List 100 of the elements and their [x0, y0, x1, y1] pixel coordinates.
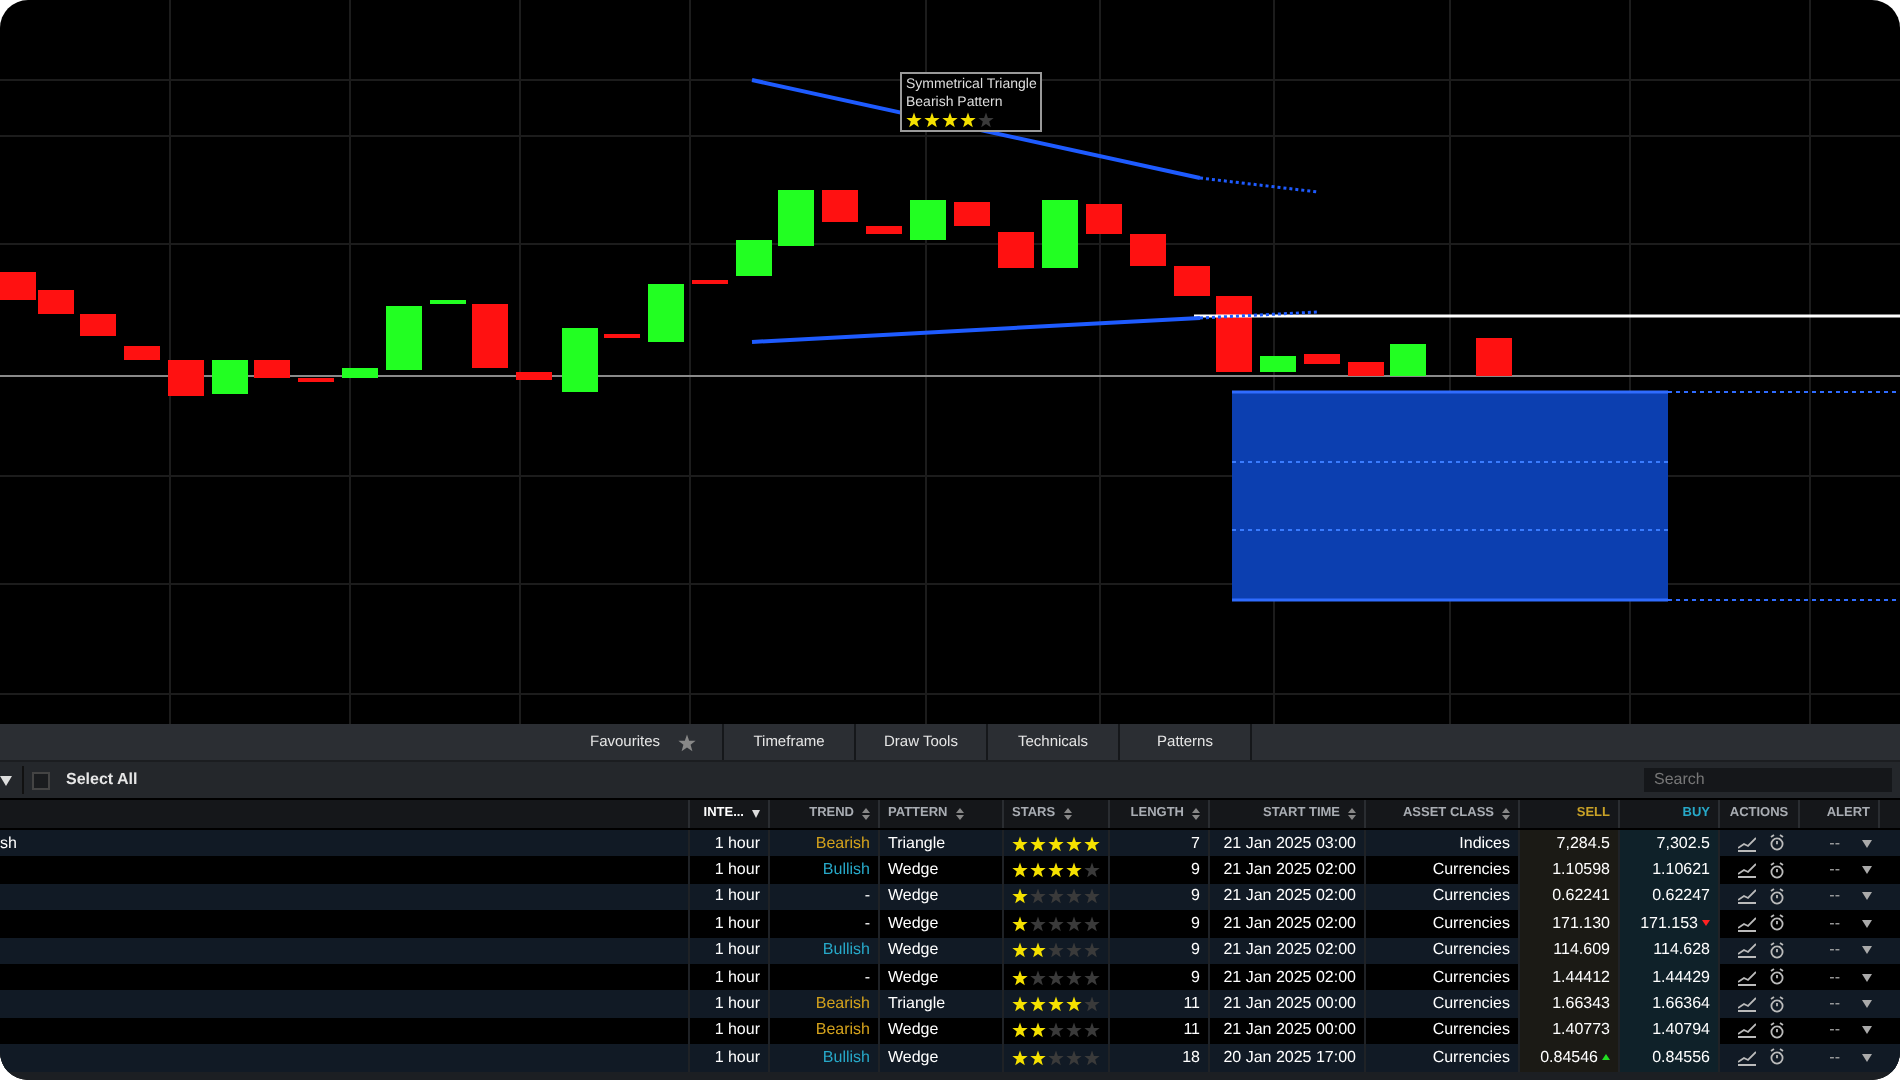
alert-value: -- — [1829, 911, 1840, 936]
buy-price: 1.40794 — [1652, 1018, 1710, 1043]
table-cell: Currencies — [1432, 911, 1510, 936]
table-cell: Currencies — [1432, 1045, 1510, 1070]
search-field[interactable]: Search — [1644, 768, 1892, 792]
candlestick — [516, 372, 552, 380]
table-cell: 21 Jan 2025 03:00 — [1223, 831, 1356, 856]
sort-icon[interactable] — [1348, 808, 1356, 820]
candlestick — [1348, 362, 1384, 376]
table-cell: 21 Jan 2025 02:00 — [1223, 884, 1356, 909]
alarm-clock-icon[interactable] — [1769, 1021, 1783, 1040]
caret-icon[interactable] — [752, 810, 760, 818]
sell-price: 114.609 — [1553, 938, 1610, 963]
candlestick — [954, 202, 990, 226]
line-chart-icon[interactable] — [1737, 942, 1755, 959]
alert-value: -- — [1829, 938, 1840, 963]
table-cell: Wedge — [888, 884, 939, 909]
sell-price: 7,284.5 — [1556, 831, 1610, 856]
caret-icon[interactable] — [1862, 1026, 1872, 1035]
alarm-clock-icon[interactable] — [1769, 995, 1783, 1014]
table-cell: 7 — [1191, 831, 1200, 856]
table-cell: 21 Jan 2025 02:00 — [1223, 938, 1356, 963]
alert-value: -- — [1829, 831, 1840, 856]
trend-cell: - — [864, 965, 870, 990]
candlestick — [254, 360, 290, 378]
alarm-clock-icon[interactable] — [1769, 861, 1783, 880]
table-cell: 9 — [1191, 965, 1200, 990]
sort-icon[interactable] — [955, 808, 964, 820]
line-chart-icon[interactable] — [1737, 915, 1755, 932]
table-cell: 21 Jan 2025 02:00 — [1223, 965, 1356, 990]
alert-value: -- — [1829, 858, 1840, 883]
alert-value: -- — [1829, 1045, 1840, 1070]
caret-icon[interactable] — [1862, 892, 1872, 901]
candlestick — [562, 328, 598, 392]
table-cell: Currencies — [1432, 992, 1510, 1017]
caret-icon[interactable] — [1862, 946, 1872, 955]
candlestick — [778, 190, 814, 246]
table-cell: 21 Jan 2025 02:00 — [1223, 858, 1356, 883]
caret-icon[interactable] — [1862, 919, 1872, 928]
select-all-checkbox[interactable] — [32, 771, 50, 789]
table-cell: 1 hour — [714, 1045, 760, 1070]
table-cell: Wedge — [888, 1045, 939, 1070]
line-chart-icon[interactable] — [1737, 996, 1755, 1013]
candlestick — [910, 200, 946, 240]
candlestick — [472, 304, 508, 368]
caret-icon[interactable] — [1862, 866, 1872, 875]
line-chart-icon[interactable] — [1737, 1022, 1755, 1039]
candlestick — [1042, 200, 1078, 268]
buy-price: 0.84556 — [1652, 1045, 1710, 1070]
candlestick — [430, 300, 466, 304]
caret-icon[interactable] — [1862, 1053, 1872, 1062]
star-icon[interactable] — [678, 733, 696, 751]
sort-icon[interactable] — [1192, 808, 1200, 820]
table-cell: 21 Jan 2025 00:00 — [1223, 992, 1356, 1017]
sort-icon[interactable] — [1063, 808, 1072, 820]
table-cell: 1 hour — [714, 911, 760, 936]
table-cell: Triangle — [888, 831, 946, 856]
buy-price: 1.44429 — [1652, 965, 1710, 990]
candlestick — [1260, 356, 1296, 372]
table-cell: Currencies — [1432, 884, 1510, 909]
alarm-clock-icon[interactable] — [1769, 914, 1783, 933]
trend-cell: - — [864, 911, 870, 936]
candlestick — [1130, 234, 1166, 266]
table-cell: Triangle — [888, 992, 946, 1017]
table-cell: 1 hour — [714, 938, 760, 963]
sort-icon[interactable] — [862, 808, 870, 820]
table-cell: 11 — [1183, 992, 1200, 1017]
alarm-clock-icon[interactable] — [1769, 834, 1783, 853]
line-chart-icon[interactable] — [1737, 835, 1755, 852]
table-cell: Wedge — [888, 965, 939, 990]
alert-value: -- — [1829, 965, 1840, 990]
select-all-label: Select All — [66, 768, 138, 792]
alarm-clock-icon[interactable] — [1769, 887, 1783, 906]
candlestick — [998, 232, 1034, 268]
line-chart-icon[interactable] — [1737, 862, 1755, 879]
buy-price: 171.153 — [1640, 911, 1698, 936]
empty-star-icon — [1084, 996, 1100, 1013]
sort-icon[interactable] — [1502, 808, 1510, 820]
filled-star-icon — [1012, 969, 1028, 986]
buy-price: 1.66364 — [1652, 992, 1710, 1017]
line-chart-icon[interactable] — [1737, 969, 1755, 986]
table-cell: 1 hour — [714, 831, 760, 856]
alarm-clock-icon[interactable] — [1769, 1048, 1783, 1067]
buy-price: 0.62247 — [1652, 884, 1710, 909]
line-chart-icon[interactable] — [1737, 1049, 1755, 1066]
table-cell: 9 — [1191, 884, 1200, 909]
alarm-clock-icon[interactable] — [1769, 941, 1783, 960]
caret-icon[interactable] — [1862, 839, 1872, 848]
caret-icon[interactable] — [1862, 1000, 1872, 1009]
line-chart-icon[interactable] — [1737, 888, 1755, 905]
candlestick — [1174, 266, 1210, 296]
alarm-clock-icon[interactable] — [1769, 968, 1783, 987]
dropdown-caret-icon[interactable] — [0, 775, 12, 785]
caret-icon[interactable] — [1862, 973, 1872, 982]
table-cell: Currencies — [1432, 965, 1510, 990]
buy-price: 114.628 — [1653, 938, 1710, 963]
trend-cell: Bullish — [822, 858, 870, 883]
alert-value: -- — [1829, 1018, 1840, 1043]
sell-price: 171.130 — [1552, 911, 1610, 936]
table-cell: Indices — [1459, 831, 1510, 856]
